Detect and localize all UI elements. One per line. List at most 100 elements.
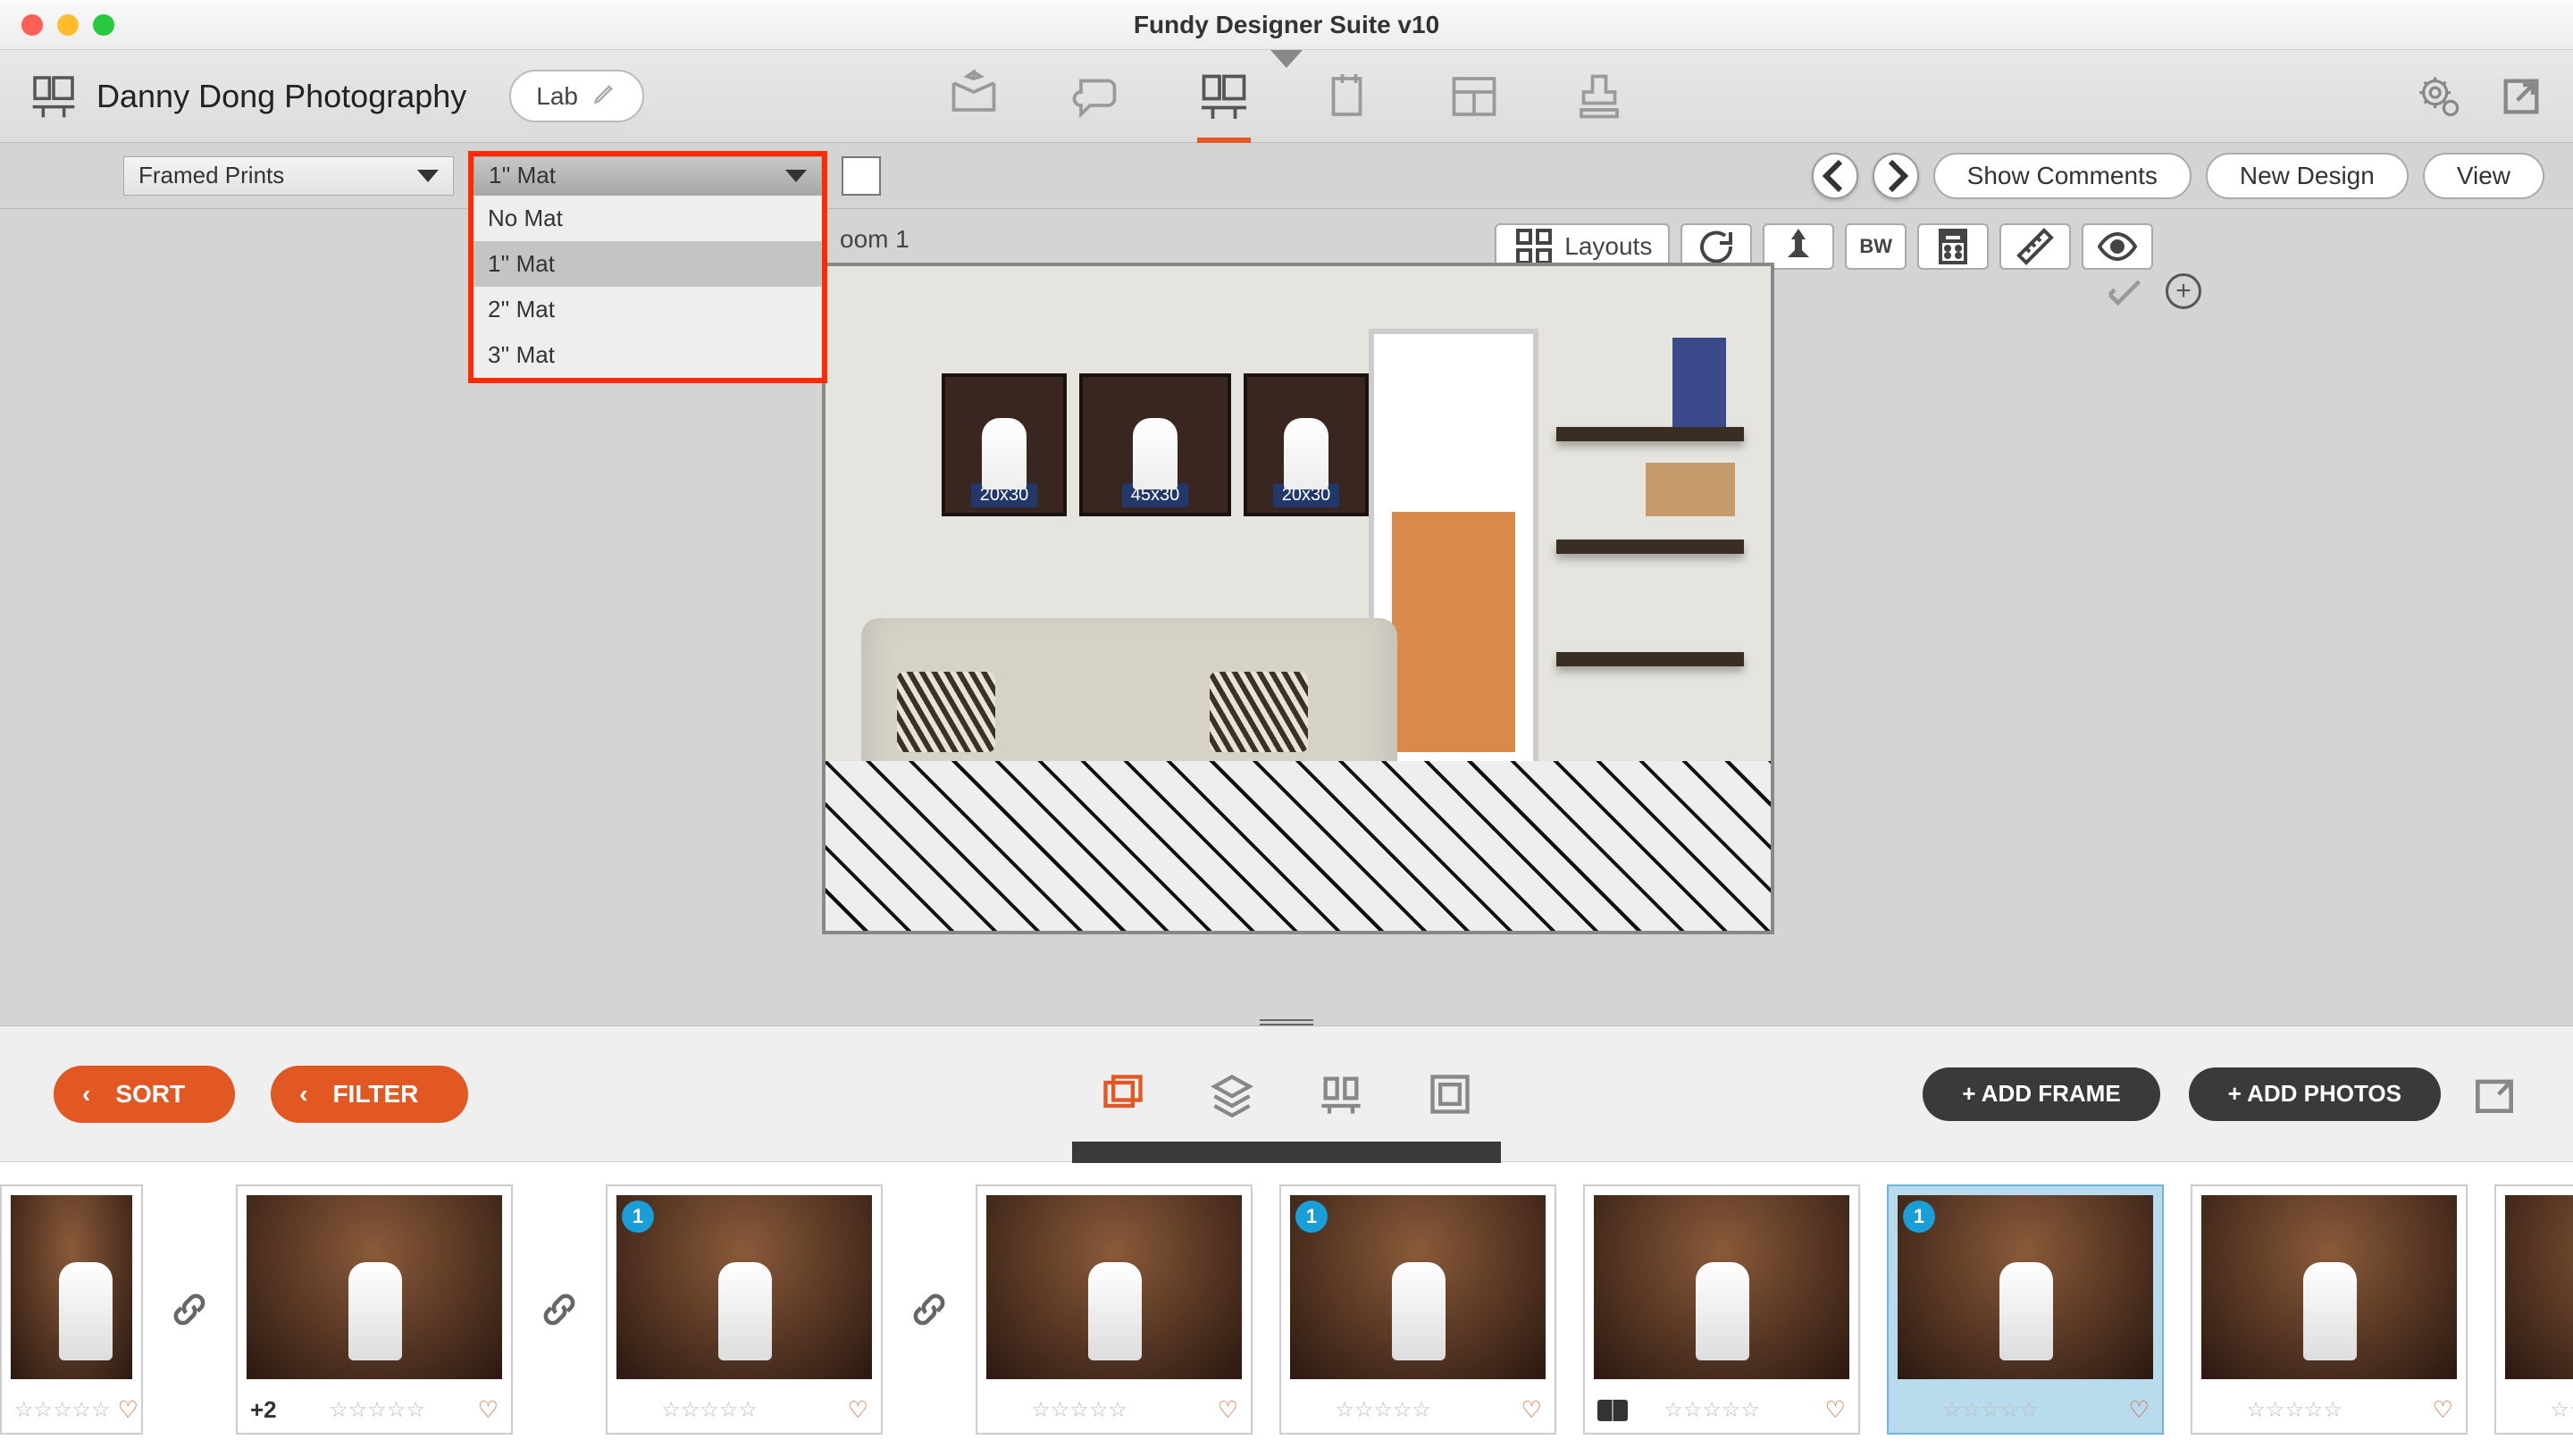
new-design-label: New Design bbox=[2240, 162, 2375, 190]
prev-button[interactable] bbox=[1812, 153, 1858, 199]
thumbnail[interactable]: 1 ☆☆☆☆☆ ♡ bbox=[1887, 1184, 2164, 1435]
add-frame-button[interactable]: + ADD FRAME bbox=[1923, 1067, 2159, 1121]
star-rating[interactable]: ☆☆☆☆☆ bbox=[329, 1397, 425, 1423]
lab-button[interactable]: Lab bbox=[509, 70, 644, 122]
thumbnail[interactable]: ☆☆☆☆☆ ♡ bbox=[976, 1184, 1253, 1435]
heart-icon[interactable]: ♡ bbox=[1218, 1396, 1238, 1424]
layouts-label: Layouts bbox=[1564, 232, 1652, 261]
heart-icon[interactable]: ♡ bbox=[1825, 1396, 1846, 1424]
tab-furniture-icon[interactable] bbox=[1318, 1071, 1364, 1117]
heart-icon[interactable]: ♡ bbox=[1521, 1396, 1542, 1424]
sub-toolbar: Framed Prints 1'' Mat No Mat 1'' Mat 2''… bbox=[0, 143, 2573, 209]
mat-option-2-mat[interactable]: 2'' Mat bbox=[474, 287, 822, 332]
close-window-button[interactable] bbox=[21, 14, 43, 36]
calculator-button[interactable] bbox=[1917, 223, 1989, 270]
settings-gear-icon[interactable] bbox=[2416, 73, 2462, 120]
new-design-button[interactable]: New Design bbox=[2206, 153, 2409, 199]
star-rating[interactable]: ☆☆☆☆☆ bbox=[2550, 1397, 2573, 1423]
canvas-area: oom 1 Layouts BW + 20x30 45x30 20x30 bbox=[0, 209, 2573, 1025]
star-rating[interactable]: ☆☆☆☆☆ bbox=[2246, 1397, 2343, 1423]
show-comments-button[interactable]: Show Comments bbox=[1933, 153, 2192, 199]
bottom-right-actions: + ADD FRAME + ADD PHOTOS bbox=[1923, 1067, 2519, 1121]
ruler-button[interactable] bbox=[1999, 223, 2071, 270]
filter-button[interactable]: ‹FILTER bbox=[271, 1066, 468, 1123]
external-link-icon[interactable] bbox=[2498, 73, 2544, 120]
minimize-window-button[interactable] bbox=[57, 14, 79, 36]
room-preview[interactable]: 20x30 45x30 20x30 bbox=[822, 263, 1774, 934]
thumbnail[interactable]: ☆☆☆☆☆ ♡ bbox=[2191, 1184, 2468, 1435]
bw-label: BW bbox=[1859, 235, 1892, 258]
pencil-icon bbox=[592, 80, 617, 112]
thumbnail-footer: ☆☆☆☆☆♡ bbox=[2496, 1388, 2573, 1433]
thumbnail[interactable]: 1☆☆☆☆☆♡ bbox=[606, 1184, 883, 1435]
wall-frames[interactable]: 20x30 45x30 20x30 bbox=[942, 373, 1369, 516]
mode-chat-icon[interactable] bbox=[1072, 70, 1126, 123]
filmstrip: ☆☆☆☆☆♡+2☆☆☆☆☆♡1☆☆☆☆☆♡☆☆☆☆☆♡1☆☆☆☆☆♡☆☆☆☆☆♡… bbox=[0, 1161, 2573, 1456]
color-swatch-button[interactable] bbox=[842, 156, 881, 196]
mode-layout-icon[interactable] bbox=[1447, 70, 1501, 123]
thumbnail[interactable]: ☆☆☆☆☆ ♡ bbox=[0, 1184, 143, 1435]
maximize-window-button[interactable] bbox=[93, 14, 114, 36]
thumbnail-footer: ☆☆☆☆☆ ♡ bbox=[1281, 1388, 1555, 1433]
usage-badge: 1 bbox=[1903, 1201, 1935, 1233]
sort-label: SORT bbox=[115, 1080, 185, 1109]
chevron-left-icon: ‹ bbox=[82, 1080, 90, 1109]
mode-cards-icon[interactable] bbox=[1322, 70, 1376, 123]
mode-stamp-icon[interactable] bbox=[1572, 70, 1626, 123]
mode-album-icon[interactable] bbox=[947, 70, 1001, 123]
mode-wall-art-icon[interactable] bbox=[1197, 70, 1251, 123]
bottom-tabs bbox=[1100, 1071, 1473, 1117]
view-button[interactable]: View bbox=[2423, 153, 2544, 199]
resize-grip-icon[interactable] bbox=[1260, 1019, 1313, 1026]
star-rating[interactable]: ☆☆☆☆☆ bbox=[1031, 1397, 1127, 1423]
mat-option-no-mat[interactable]: No Mat bbox=[474, 196, 822, 241]
thumbnail[interactable]: +2 ☆☆☆☆☆ ♡ bbox=[236, 1184, 513, 1435]
mat-option-3-mat[interactable]: 3'' Mat bbox=[474, 332, 822, 378]
mat-dropdown[interactable]: 1'' Mat bbox=[474, 156, 822, 196]
approve-check-icon[interactable] bbox=[2105, 273, 2144, 313]
chevron-left-icon: ‹ bbox=[299, 1080, 307, 1109]
thumbnail[interactable]: ☆☆☆☆☆ ♡ bbox=[1583, 1184, 1860, 1435]
tab-frame-icon[interactable] bbox=[1427, 1071, 1473, 1117]
tab-layers-icon[interactable] bbox=[1209, 1071, 1255, 1117]
heart-icon[interactable]: ♡ bbox=[2433, 1396, 2453, 1424]
expand-icon[interactable] bbox=[2469, 1069, 2519, 1119]
add-photos-button[interactable]: + ADD PHOTOS bbox=[2189, 1067, 2441, 1121]
star-rating[interactable]: ☆☆☆☆☆ bbox=[661, 1397, 758, 1423]
star-rating[interactable]: ☆☆☆☆☆ bbox=[1664, 1397, 1760, 1423]
next-button[interactable] bbox=[1873, 153, 1919, 199]
room-label: oom 1 bbox=[840, 225, 909, 254]
thumbnail-image bbox=[1594, 1195, 1849, 1379]
wall-frame-1[interactable]: 20x30 bbox=[942, 373, 1067, 516]
bottom-bar: ‹ SORT ‹FILTER + ADD FRAME + ADD PHOTOS bbox=[0, 1025, 2573, 1161]
thumbnail-image bbox=[986, 1195, 1242, 1379]
print-type-dropdown[interactable]: Framed Prints bbox=[123, 156, 454, 196]
heart-icon[interactable]: ♡ bbox=[848, 1396, 868, 1424]
add-room-button[interactable]: + bbox=[2166, 273, 2201, 309]
thumbnail-image bbox=[2201, 1195, 2457, 1379]
thumbnail[interactable]: 1☆☆☆☆☆♡ bbox=[1279, 1184, 1556, 1435]
star-rating[interactable]: ☆☆☆☆☆ bbox=[1335, 1397, 1431, 1423]
tab-photos-icon[interactable] bbox=[1100, 1071, 1146, 1117]
sort-button[interactable]: ‹ SORT bbox=[54, 1066, 235, 1123]
heart-icon[interactable]: ♡ bbox=[2129, 1396, 2150, 1424]
book-icon bbox=[1597, 1400, 1628, 1421]
view-label: View bbox=[2457, 162, 2510, 190]
mat-value: 1'' Mat bbox=[489, 162, 556, 189]
wall-frame-2[interactable]: 45x30 bbox=[1079, 373, 1231, 516]
thumbnail-footer: ☆☆☆☆☆ ♡ bbox=[2, 1388, 141, 1433]
heart-icon[interactable]: ♡ bbox=[118, 1396, 138, 1424]
bw-button[interactable]: BW bbox=[1845, 223, 1907, 270]
add-frame-label: + ADD FRAME bbox=[1962, 1080, 2120, 1108]
star-rating[interactable]: ☆☆☆☆☆ bbox=[1942, 1397, 2039, 1423]
mat-option-1-mat[interactable]: 1'' Mat bbox=[474, 241, 822, 287]
app-logo-icon bbox=[29, 71, 79, 121]
thumbnail[interactable]: ☆☆☆☆☆♡ bbox=[2494, 1184, 2573, 1435]
mat-options-menu: No Mat 1'' Mat 2'' Mat 3'' Mat bbox=[468, 196, 827, 383]
stack-count: +2 bbox=[250, 1396, 277, 1424]
eye-button[interactable] bbox=[2082, 223, 2153, 270]
star-rating[interactable]: ☆☆☆☆☆ bbox=[14, 1397, 111, 1423]
heart-icon[interactable]: ♡ bbox=[478, 1396, 499, 1424]
project-name: Danny Dong Photography bbox=[96, 78, 466, 115]
wall-frame-3[interactable]: 20x30 bbox=[1244, 373, 1369, 516]
